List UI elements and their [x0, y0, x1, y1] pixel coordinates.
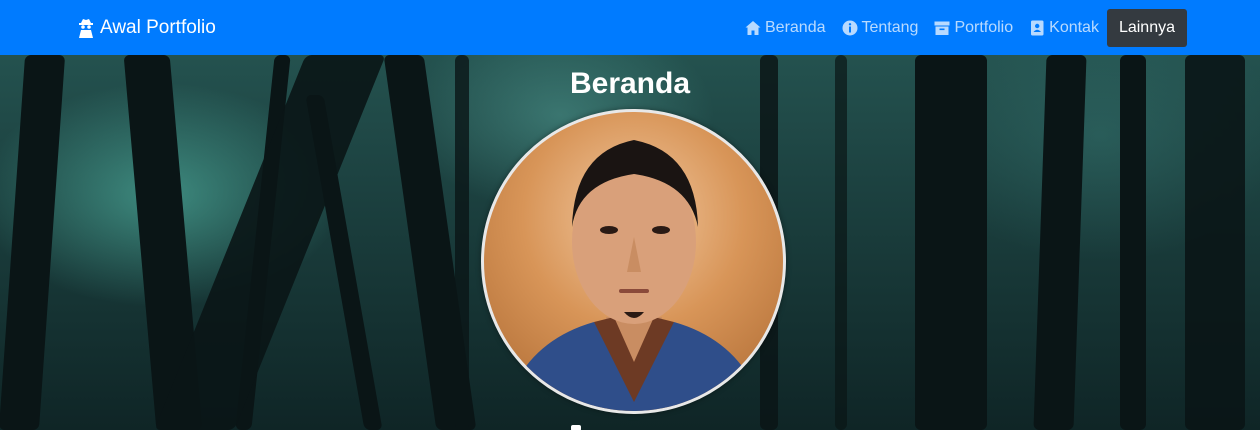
nav-link-label: Kontak — [1049, 18, 1099, 36]
info-circle-icon — [842, 20, 857, 35]
brand-label: Awal Portfolio — [100, 16, 216, 38]
user-secret-icon — [79, 18, 93, 38]
nav-link-tentang[interactable]: Tentang — [842, 18, 919, 37]
hero-title: Beranda — [569, 67, 691, 100]
navbar: Awal Portfolio Beranda Tentang Portfolio — [0, 0, 1260, 55]
text-fragment — [571, 425, 581, 430]
nav-link-beranda[interactable]: Beranda — [745, 19, 826, 37]
hero-section: Beranda — [0, 55, 1260, 430]
nav-link-label: Portfolio — [954, 18, 1014, 36]
nav-link-label: Tentang — [861, 18, 919, 36]
nav-link-label: Beranda — [765, 18, 826, 36]
nav-link-kontak[interactable]: Kontak — [1029, 19, 1099, 37]
nav-link-portfolio[interactable]: Portfolio — [934, 19, 1013, 37]
more-button[interactable]: Lainnya — [1106, 8, 1187, 47]
home-icon — [745, 20, 761, 35]
archive-icon — [934, 21, 950, 35]
profile-photo — [481, 109, 786, 414]
nav-links: Beranda Tentang Portfolio Kontak Lainnya — [745, 0, 1187, 55]
address-book-icon — [1031, 20, 1044, 35]
brand-link[interactable]: Awal Portfolio — [77, 0, 216, 55]
